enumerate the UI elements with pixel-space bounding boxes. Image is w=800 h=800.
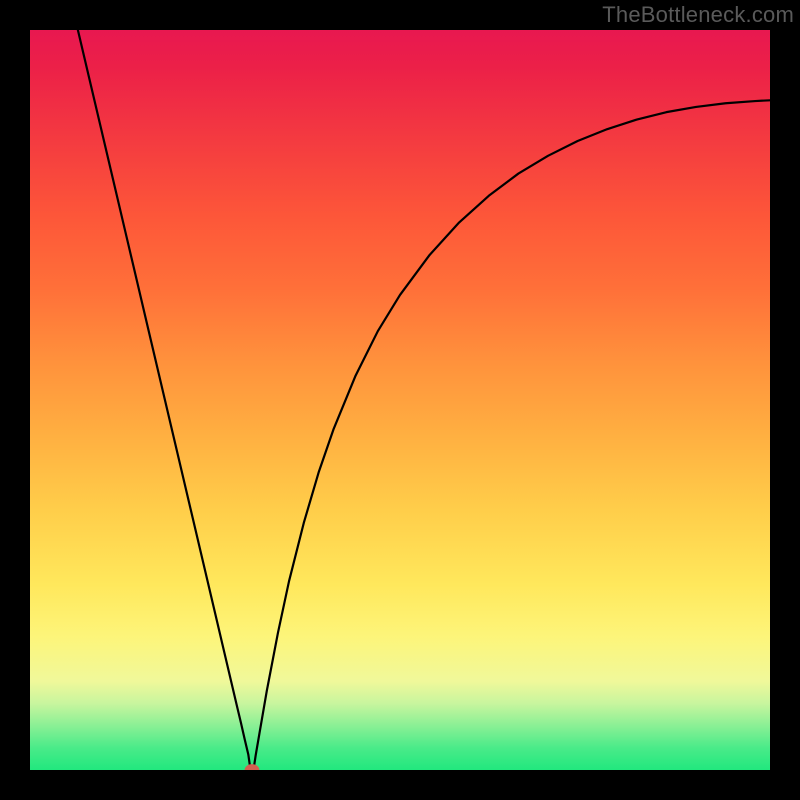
plot-area bbox=[30, 30, 770, 770]
chart-svg bbox=[30, 30, 770, 770]
watermark-text: TheBottleneck.com bbox=[602, 2, 794, 28]
gradient-background bbox=[30, 30, 770, 770]
chart-container: TheBottleneck.com bbox=[0, 0, 800, 800]
